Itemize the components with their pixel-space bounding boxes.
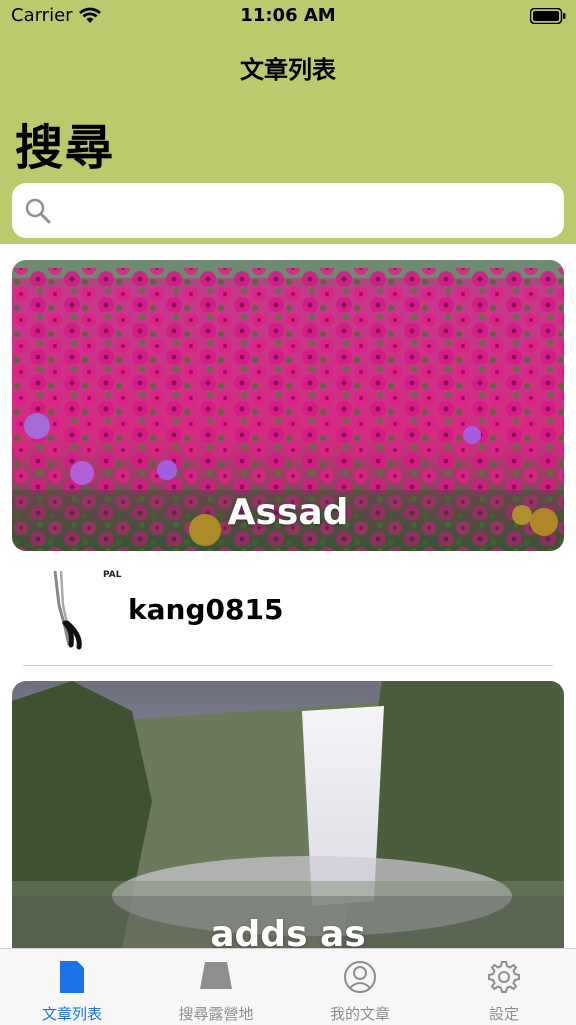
tab-label: 文章列表 <box>41 1005 102 1023</box>
battery-icon <box>530 8 566 24</box>
pliers-image: PAL <box>43 565 133 655</box>
person-icon <box>344 961 376 993</box>
tab-label: 搜尋露營地 <box>178 1005 254 1023</box>
header: Carrier 11:06 AM 文章列表 搜尋 <box>0 0 576 244</box>
page-title: 搜尋 <box>15 120 116 176</box>
clock-label: 11:06 AM <box>240 5 336 26</box>
tab-search-campsite[interactable]: 搜尋露營地 <box>144 949 288 1025</box>
search-bar[interactable] <box>12 183 564 238</box>
tab-my-articles[interactable]: 我的文章 <box>288 949 432 1025</box>
author-name: kang0815 <box>128 593 284 626</box>
document-icon <box>60 961 84 993</box>
status-bar: Carrier 11:06 AM <box>0 0 576 32</box>
tab-article-list[interactable]: 文章列表 <box>0 949 144 1025</box>
map-icon <box>200 962 232 989</box>
article-author-row[interactable]: PAL kang0815 <box>23 565 553 665</box>
search-input[interactable] <box>64 193 548 229</box>
tab-bar: 文章列表 搜尋露營地 我的文章 設定 <box>0 948 576 1025</box>
article-card-2[interactable]: adds as <box>12 681 564 948</box>
gear-icon <box>488 961 520 993</box>
row-divider <box>23 665 553 666</box>
article-card-1[interactable]: Assad <box>12 260 564 551</box>
tab-label: 我的文章 <box>329 1005 390 1023</box>
search-icon <box>25 198 51 224</box>
card-caption: adds as <box>210 914 366 948</box>
tab-label: 設定 <box>488 1005 519 1023</box>
card-caption: Assad <box>227 492 349 533</box>
nav-title: 文章列表 <box>240 56 336 84</box>
thumb-brand-text: PAL <box>103 570 122 580</box>
tab-settings[interactable]: 設定 <box>432 949 576 1025</box>
